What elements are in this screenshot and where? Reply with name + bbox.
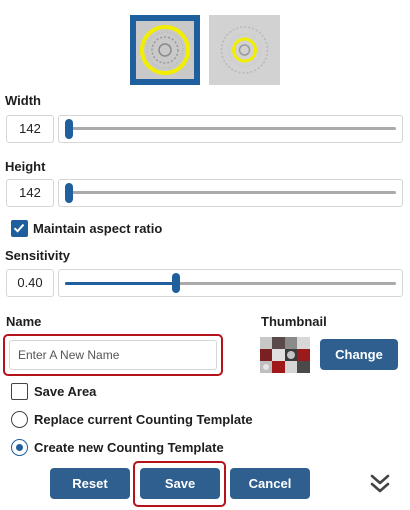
cancel-button[interactable]: Cancel — [230, 468, 310, 499]
sensitivity-slider[interactable] — [58, 269, 403, 297]
height-input[interactable]: 142 — [6, 179, 54, 207]
save-area-label: Save Area — [34, 384, 97, 399]
reset-button[interactable]: Reset — [50, 468, 130, 499]
sensitivity-slider-fill — [65, 282, 178, 285]
aspect-ratio-label: Maintain aspect ratio — [33, 221, 163, 236]
template-thumbnail-selected[interactable] — [130, 15, 200, 85]
save-area-checkbox[interactable] — [11, 383, 28, 400]
sensitivity-label: Sensitivity — [5, 248, 71, 263]
create-template-label: Create new Counting Template — [34, 440, 224, 455]
save-button[interactable]: Save — [140, 468, 220, 499]
width-slider-track — [65, 127, 396, 130]
template-image — [136, 21, 194, 79]
height-slider-track — [65, 191, 396, 194]
replace-template-label: Replace current Counting Template — [34, 412, 253, 427]
create-template-radio[interactable] — [11, 439, 28, 456]
width-label: Width — [5, 93, 41, 108]
height-label: Height — [5, 159, 46, 174]
width-slider-thumb[interactable] — [65, 119, 73, 139]
target-ring-icon — [220, 26, 269, 74]
width-input[interactable]: 142 — [6, 115, 54, 143]
thumbnail-label: Thumbnail — [261, 314, 327, 329]
width-slider[interactable] — [58, 115, 403, 143]
thumbnail-image — [260, 337, 310, 373]
name-input[interactable]: Enter A New Name — [9, 340, 217, 370]
thumbnail-mosaic-icon — [260, 337, 310, 373]
change-thumbnail-button[interactable]: Change — [320, 339, 398, 370]
name-label: Name — [6, 314, 42, 329]
height-slider-thumb[interactable] — [65, 183, 73, 203]
height-slider[interactable] — [58, 179, 403, 207]
sensitivity-input[interactable]: 0.40 — [6, 269, 54, 297]
sensitivity-slider-thumb[interactable] — [172, 273, 180, 293]
double-chevron-down-icon[interactable] — [367, 470, 393, 496]
target-ring-icon — [140, 25, 190, 75]
template-thumbnail-alt[interactable] — [209, 15, 280, 85]
aspect-ratio-checkbox[interactable] — [11, 220, 28, 237]
replace-template-radio[interactable] — [11, 411, 28, 428]
checkmark-icon — [13, 223, 25, 233]
